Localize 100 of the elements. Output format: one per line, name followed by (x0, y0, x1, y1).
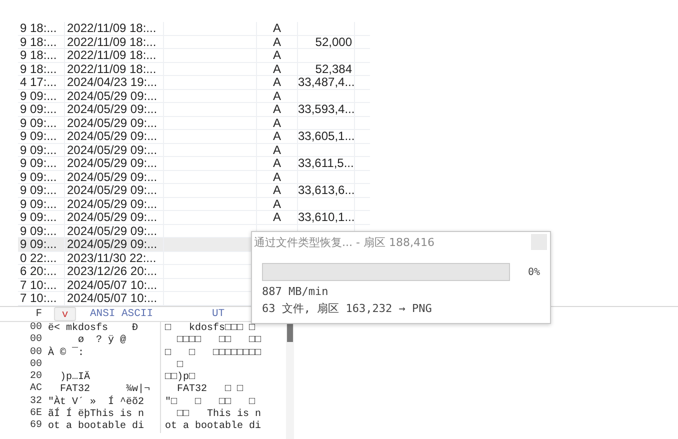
table-cell: 2024/05/29 09:... (67, 184, 158, 196)
ansi-text: "Àt V´ » Í ^ëõ2 (48, 396, 144, 408)
table-cell: 9 09:... (20, 198, 57, 210)
table-cell: 2022/11/09 18:... (67, 62, 156, 75)
table-cell: A (272, 90, 281, 102)
table-cell: A (272, 116, 281, 129)
ansi-text: ø ? ÿ @ (77, 334, 126, 347)
table-cell: A (272, 157, 281, 170)
table-cell: A (272, 76, 281, 88)
table-cell: 2023/12/26 20:... (67, 265, 158, 278)
table-cell: 7 10:... (20, 292, 57, 304)
table-cell: 2024/05/29 09:... (67, 144, 158, 156)
table-cell: 52,000 (315, 36, 352, 48)
table-cell: A (272, 130, 281, 142)
table-cell: 9 09:... (20, 144, 57, 156)
ansi-text: )p…IÄ (59, 371, 90, 384)
table-cell: A (272, 184, 281, 196)
utf-text: FAT32 □ □ (177, 383, 244, 396)
hex-byte: 6E (28, 408, 42, 420)
table-cell: A (272, 170, 281, 183)
table-cell: 2024/05/29 09:... (67, 103, 158, 116)
table-row[interactable]: 9 09:... 2024/05/29 09:... A (18, 170, 370, 184)
table-cell: 9 09:... (20, 224, 57, 237)
table-cell: 4 17:... (20, 76, 57, 88)
table-cell: A (272, 22, 281, 34)
scrollbar[interactable] (286, 322, 294, 439)
table-row[interactable]: 9 09:... 2024/05/29 09:... A (18, 116, 370, 130)
table-cell: A (272, 36, 281, 48)
table-row[interactable]: 9 09:... 2024/05/29 09:... A 33,605,1... (18, 130, 370, 144)
table-cell: A (272, 198, 281, 210)
ansi-text: ot a bootable di (48, 420, 144, 434)
table-cell: 2024/04/23 19:... (67, 76, 158, 88)
table-cell: 7 10:... (20, 278, 57, 291)
table-row[interactable]: 9 09:... 2024/05/29 09:... A 33,613,6... (18, 184, 370, 198)
table-cell: 2024/05/29 09:... (67, 224, 158, 237)
table-cell: A (272, 211, 281, 224)
table-cell: 0 22:... (20, 252, 57, 264)
table-cell: 9 09:... (20, 90, 57, 102)
table-row[interactable]: 9 18:... 2022/11/09 18:... A 52,000 (18, 36, 370, 49)
table-row[interactable]: 4 17:... 2024/04/23 19:... A 33,487,4... (18, 76, 370, 90)
table-cell: 9 09:... (20, 184, 57, 196)
utf-text: □ □ □□□□□□□□ (165, 346, 262, 360)
ansi-text: ãÍ Í ëþThis is n (48, 408, 144, 420)
table-cell: 9 09:... (20, 157, 57, 170)
table-cell: 9 18:... (20, 22, 57, 34)
hex-byte: 69 (28, 420, 42, 433)
utf-text: "□ □ □□ □ (165, 396, 256, 408)
table-row[interactable]: 9 09:... 2024/05/29 09:... A 33,611,5... (18, 157, 370, 170)
table-cell: 2024/05/07 10:... (67, 278, 158, 291)
utf-text: □ (176, 358, 184, 372)
hex-byte: 00 (28, 358, 42, 371)
hex-byte: 00 (28, 322, 42, 334)
table-cell: 9 09:... (20, 170, 57, 183)
hex-byte: 00 (28, 334, 42, 347)
ansi-text: À © ¯: (48, 346, 84, 360)
table-cell: 9 09:... (20, 211, 57, 224)
table-cell: 52,384 (315, 62, 352, 75)
hex-byte: 00 (28, 346, 42, 359)
table-cell: 2024/05/29 09:... (67, 211, 158, 224)
table-row[interactable]: 9 18:... 2022/11/09 18:... A (18, 49, 370, 62)
table-cell: 9 18:... (20, 62, 57, 75)
table-cell: 2024/05/29 09:... (67, 157, 158, 170)
table-cell: 2022/11/09 18:... (67, 22, 156, 34)
dropdown-tab[interactable]: v (54, 307, 76, 321)
table-cell: A (272, 62, 281, 75)
table-row[interactable]: 9 18:... 2022/11/09 18:... A 52,384 (18, 62, 370, 76)
table-row[interactable]: 9 09:... 2024/05/29 09:... A (18, 198, 370, 211)
progress-percent: 0% (528, 266, 540, 278)
status-text: 63 文件, 扇区 163,232 → PNG (262, 303, 433, 315)
table-cell: 33,611,5... (298, 157, 354, 170)
table-cell: 2022/11/09 18:... (67, 36, 156, 48)
table-cell: A (272, 144, 281, 156)
utf-text: □ kdosfs□□□ □ (165, 322, 256, 335)
table-cell: 33,593,4... (298, 103, 354, 116)
table-cell: 2024/05/29 09:... (67, 198, 158, 210)
utf-text: □□ This is n (176, 408, 262, 420)
table-cell: 9 18:... (20, 36, 57, 48)
table-cell: 2024/05/29 09:... (67, 130, 158, 142)
table-row[interactable]: 9 09:... 2024/05/29 09:... A 33,593,4... (18, 103, 370, 116)
hex-byte: 32 (28, 396, 42, 408)
table-cell: 9 09:... (20, 103, 57, 116)
table-cell: 33,613,6... (298, 184, 354, 196)
table-row[interactable]: 9 09:... 2024/05/29 09:... A 33,610,1... (18, 211, 370, 224)
table-row[interactable]: 9 09:... 2024/05/29 09:... A (18, 144, 370, 157)
table-cell: 9 09:... (20, 238, 57, 250)
table-cell: 9 09:... (20, 116, 57, 129)
table-cell: 2022/11/09 18:... (67, 49, 156, 62)
table-row[interactable]: 9 18:... 2022/11/09 18:... A (18, 22, 370, 36)
table-cell: 33,605,1... (298, 130, 354, 142)
table-cell: 2024/05/29 09:... (67, 116, 158, 129)
table-row[interactable]: 9 09:... 2024/05/29 09:... A (18, 90, 370, 103)
column-header: F (34, 307, 42, 321)
table-cell: 33,610,1... (298, 211, 354, 224)
table-cell: 33,487,4... (298, 76, 354, 88)
table-cell: 2024/05/29 09:... (67, 170, 158, 183)
table-cell: 9 09:... (20, 130, 57, 142)
column-header: ANSI ASCII (90, 307, 154, 321)
ansi-text: FAT32 ¾w|¬ (59, 383, 150, 396)
table-cell: 2024/05/29 09:... (67, 90, 158, 102)
table-cell: 6 20:... (20, 265, 57, 278)
